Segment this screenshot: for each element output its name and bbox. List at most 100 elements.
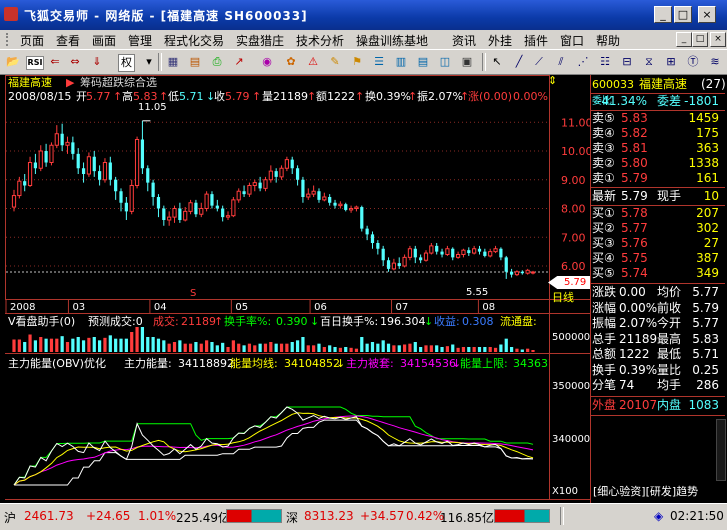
trend-icon[interactable]: ↗ bbox=[230, 54, 248, 70]
mdi-minimize-button[interactable]: _ bbox=[676, 32, 692, 47]
channel-tool-icon[interactable]: ⫽ bbox=[552, 54, 570, 70]
date-axis-labels: 2008 03 04 05 06 07 08 bbox=[5, 300, 495, 313]
menu-plugins[interactable]: 插件 bbox=[524, 32, 548, 49]
ray-tool-icon[interactable]: ⟋ bbox=[530, 54, 548, 70]
buy-level-row-price: 5.75 bbox=[621, 251, 648, 265]
menu-tech-analysis[interactable]: 技术分析 bbox=[296, 32, 344, 49]
dropdown-arrow-icon[interactable]: ▾ bbox=[140, 54, 158, 70]
alarm-icon[interactable]: ⚠ bbox=[304, 54, 322, 70]
candle-body bbox=[60, 133, 64, 146]
left-arrow-icon[interactable]: ⇐ bbox=[46, 54, 64, 70]
menu-training[interactable]: 操盘训练基地 bbox=[356, 32, 428, 49]
candle-body bbox=[221, 208, 225, 218]
menu-view[interactable]: 查看 bbox=[56, 32, 80, 49]
sz-breadth-bar bbox=[494, 509, 550, 523]
candle-body bbox=[146, 168, 150, 183]
pointer-icon[interactable]: ↖ bbox=[488, 54, 506, 70]
globe-icon[interactable]: ◉ bbox=[258, 54, 276, 70]
table-icon[interactable]: ▥ bbox=[392, 54, 410, 70]
menu-programmed-trading[interactable]: 程式化交易 bbox=[164, 32, 224, 49]
scroll-up-icon[interactable]: ⇕ bbox=[548, 75, 557, 87]
volume-indicator-name[interactable]: V看盘助手(0) bbox=[8, 316, 75, 328]
chart-canvas[interactable]: 11.00 10.00 9.00 8.00 7.00 6.00 2008 03 04 05 06 0… bbox=[0, 75, 590, 515]
volume-bar bbox=[440, 347, 444, 352]
pencil-icon[interactable]: ✎ bbox=[326, 54, 344, 70]
down-arrow-icon[interactable]: ⇓ bbox=[88, 54, 106, 70]
text-tool-icon[interactable]: Ⓣ bbox=[684, 54, 702, 70]
candle-body bbox=[483, 251, 487, 256]
fan-tool-icon[interactable]: ⋰ bbox=[574, 54, 592, 70]
status-separator bbox=[560, 507, 564, 525]
gann-tool-icon[interactable]: ⊟ bbox=[618, 54, 636, 70]
obv-indicator-name[interactable]: 主力能量(OBV)优化 bbox=[8, 358, 106, 370]
sh-index: 2461.73 bbox=[24, 509, 74, 523]
chart-tool-icon[interactable]: ▦ bbox=[164, 54, 182, 70]
high-label: 高 bbox=[122, 90, 133, 103]
indicator-name[interactable]: 筹码超跌综合选 bbox=[80, 77, 157, 89]
app-icon[interactable] bbox=[4, 7, 18, 21]
maximize-button[interactable]: □ bbox=[674, 6, 692, 23]
menu-screen[interactable]: 画面 bbox=[92, 32, 116, 49]
grid-icon[interactable]: ▤ bbox=[186, 54, 204, 70]
change-label: 涨 bbox=[468, 90, 479, 103]
volume-sy-label: 收益: bbox=[434, 315, 460, 328]
mdi-restore-button[interactable]: □ bbox=[692, 32, 708, 47]
down-arrow-icon: ↓ bbox=[424, 315, 434, 328]
commission-diff-label: 委差 bbox=[657, 94, 682, 108]
bookmark-icon[interactable]: ⚑ bbox=[348, 54, 366, 70]
panel-scrollbar[interactable] bbox=[716, 419, 726, 481]
tab-day[interactable]: 日线 bbox=[552, 290, 574, 304]
stat-value: 5.71 bbox=[692, 347, 719, 361]
refresh-icon[interactable]: ✿ bbox=[282, 54, 300, 70]
candle-body bbox=[413, 248, 417, 258]
volume-bar bbox=[451, 344, 455, 352]
amplitude-value: 2.07% bbox=[428, 90, 463, 103]
price-tick-label: 6.00 bbox=[561, 260, 586, 273]
fib-tool-icon[interactable]: ☷ bbox=[596, 54, 614, 70]
cycle-tool-icon[interactable]: ⧖ bbox=[640, 54, 658, 70]
volume-axis-label: 500000 bbox=[552, 332, 591, 343]
menu-manage[interactable]: 管理 bbox=[128, 32, 152, 49]
menu-info[interactable]: 资讯 bbox=[452, 32, 476, 49]
menu-help[interactable]: 帮助 bbox=[596, 32, 620, 49]
close-button[interactable]: × bbox=[698, 6, 716, 23]
menu-window[interactable]: 窗口 bbox=[560, 32, 584, 49]
volume-bar bbox=[237, 343, 241, 352]
candle-body bbox=[38, 150, 43, 169]
volume-bar bbox=[210, 342, 214, 352]
mdi-close-button[interactable]: × bbox=[710, 32, 726, 47]
obv-lines bbox=[13, 406, 534, 486]
outer-value: 20107 bbox=[619, 398, 658, 412]
sh-change-percent: 1.01% bbox=[138, 509, 177, 523]
minimize-button[interactable]: _ bbox=[654, 6, 672, 23]
menu-hunt[interactable]: 实盘猎庄 bbox=[236, 32, 284, 49]
volume-bar bbox=[124, 338, 128, 352]
bottom-tabs[interactable]: [细心验资][研发]趋势 bbox=[593, 484, 698, 499]
menu-page[interactable]: 页面 bbox=[20, 32, 44, 49]
more-tools-icon[interactable]: ≋ bbox=[706, 54, 724, 70]
sell-level-row-price: 5.83 bbox=[621, 111, 648, 125]
price-panel-frame bbox=[5, 75, 550, 300]
line-tool-icon[interactable]: ╱ bbox=[510, 54, 528, 70]
rsi-button[interactable]: RSI bbox=[26, 56, 44, 70]
up-arrow-icon: ↑ bbox=[252, 90, 262, 103]
chart-area[interactable]: 11.00 10.00 9.00 8.00 7.00 6.00 2008 03 04 05 06 0… bbox=[0, 75, 727, 515]
status-bar: 沪 2461.73 +24.65 1.01% 225.49亿 深 8313.23… bbox=[0, 503, 727, 530]
window-icon[interactable]: ◫ bbox=[436, 54, 454, 70]
open-folder-icon[interactable]: 📂 bbox=[4, 54, 22, 70]
panel-divider bbox=[591, 396, 725, 397]
calculator-icon[interactable]: ▣ bbox=[458, 54, 476, 70]
list-icon[interactable]: ▤ bbox=[414, 54, 432, 70]
candle-body bbox=[65, 141, 70, 146]
period-tool-icon[interactable]: ⊞ bbox=[662, 54, 680, 70]
volume-bar bbox=[435, 345, 439, 352]
candle-body bbox=[397, 263, 401, 266]
menu-plugin-ext[interactable]: 外挂 bbox=[488, 32, 512, 49]
info-icon[interactable]: ☰ bbox=[370, 54, 388, 70]
volume-bar bbox=[322, 347, 326, 352]
right-button[interactable]: 权 bbox=[118, 54, 135, 72]
indicator-arrow-icon[interactable]: ▶ bbox=[66, 77, 74, 89]
horizontal-arrows-icon[interactable]: ⇔ bbox=[66, 54, 84, 70]
print-icon[interactable]: ⎙ bbox=[208, 54, 226, 70]
volume-bar bbox=[520, 349, 524, 352]
